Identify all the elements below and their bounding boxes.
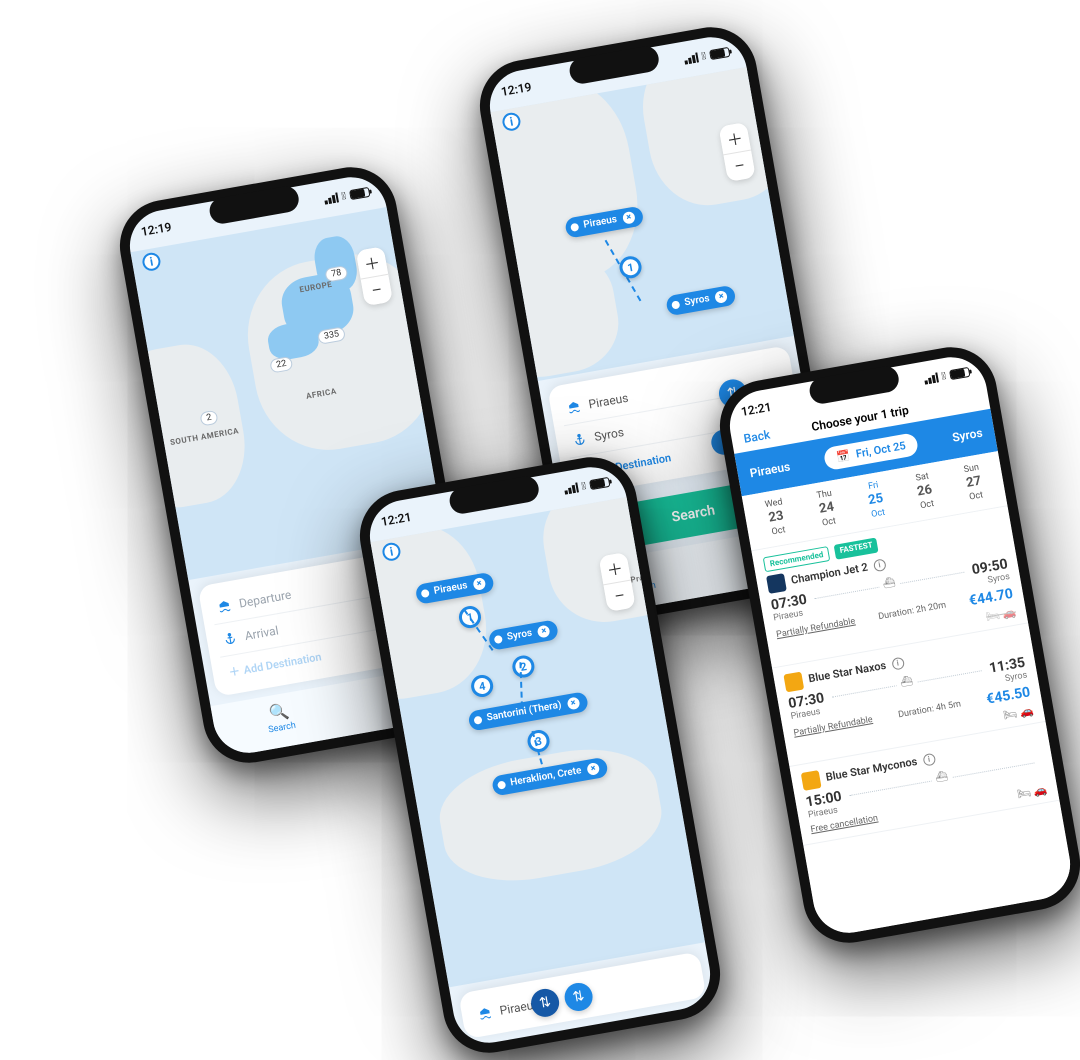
date-cell[interactable]: Sat 26 Oct xyxy=(914,471,935,512)
info-icon[interactable]: i xyxy=(922,753,936,767)
waypoint-2[interactable]: 2 xyxy=(511,654,536,679)
date-cell[interactable]: Wed 23 Oct xyxy=(764,497,788,538)
amenities-icons: 🛏 🚗 xyxy=(985,605,1017,623)
route-to: Syros xyxy=(951,425,983,444)
ferry-icon: ⛴ xyxy=(878,576,900,590)
pin-syros[interactable]: Syros× xyxy=(665,285,737,317)
remove-pin-icon[interactable]: × xyxy=(566,696,580,710)
info-icon[interactable]: i xyxy=(873,558,887,572)
status-time: 12:19 xyxy=(500,80,533,99)
route-map[interactable]: Piraeus× 1 Syros× xyxy=(490,67,793,381)
amenities-icons: 🛏 🚗 xyxy=(1002,704,1034,722)
date-selector-pill[interactable]: 📅 Fri, Oct 25 xyxy=(823,432,920,471)
arrival-placeholder: Arrival xyxy=(244,623,280,643)
arrival-value: Syros xyxy=(593,425,625,444)
signal-icon xyxy=(563,482,579,494)
remove-pin-icon[interactable]: × xyxy=(537,624,551,638)
status-time: 12:19 xyxy=(140,220,173,239)
departure-value: Piraeus xyxy=(588,391,630,412)
remove-pin-icon[interactable]: × xyxy=(714,290,728,304)
plus-icon: ＋ xyxy=(228,663,242,681)
results-list[interactable]: Recommended FASTEST Champion Jet 2 i 07:… xyxy=(751,506,1075,938)
anchor-icon xyxy=(222,631,238,647)
calendar-icon: 📅 xyxy=(835,449,851,464)
battery-icon xyxy=(589,477,610,490)
remove-pin-icon[interactable]: × xyxy=(586,762,600,776)
search-icon: 🔍 xyxy=(268,701,291,723)
wifi-icon: 􀙇 xyxy=(941,371,947,383)
ferry-icon: ⛴ xyxy=(930,770,952,784)
ship-icon xyxy=(566,399,582,415)
signal-icon xyxy=(923,372,939,384)
amenities-icons: 🛏 🚗 xyxy=(1016,782,1048,800)
wifi-icon: 􀙇 xyxy=(341,191,347,203)
ship-icon xyxy=(216,598,232,614)
date-cell[interactable]: Thu 24 Oct xyxy=(816,489,838,530)
ship-icon xyxy=(477,1005,493,1021)
anchor-icon xyxy=(572,432,588,448)
wifi-icon: 􀙇 xyxy=(701,51,707,63)
operator-logo xyxy=(801,770,822,791)
remove-pin-icon[interactable]: × xyxy=(622,211,636,225)
signal-icon xyxy=(323,192,339,204)
battery-icon xyxy=(949,367,970,380)
operator-logo xyxy=(766,573,787,594)
operator-logo xyxy=(783,671,804,692)
ferry-icon: ⛴ xyxy=(895,674,917,688)
waypoint-1[interactable]: 1 xyxy=(618,254,643,279)
phone-results: 12:21 􀙇 Back Choose your 1 trip Piraeus … xyxy=(713,340,1080,950)
pin-santorini[interactable]: Santorini (Thera)× xyxy=(467,691,588,731)
back-button[interactable]: Back xyxy=(743,427,772,445)
tab-search[interactable]: 🔍 Search xyxy=(264,700,297,735)
battery-icon xyxy=(709,47,730,60)
signal-icon xyxy=(683,52,699,64)
waypoint-4[interactable]: 4 xyxy=(469,673,494,698)
info-icon[interactable]: i xyxy=(891,656,905,670)
date-cell-selected[interactable]: Fri 25 Oct xyxy=(865,480,886,521)
pin-syros[interactable]: Syros× xyxy=(488,619,560,651)
departure-placeholder: Departure xyxy=(238,588,292,611)
date-cell[interactable]: Sun 27 Oct xyxy=(963,463,985,504)
battery-icon xyxy=(349,187,370,200)
remove-pin-icon[interactable]: × xyxy=(472,577,486,591)
status-time: 12:21 xyxy=(740,400,773,419)
route-from: Piraeus xyxy=(749,459,792,480)
status-time: 12:21 xyxy=(380,510,413,529)
wifi-icon: 􀙇 xyxy=(581,481,587,493)
